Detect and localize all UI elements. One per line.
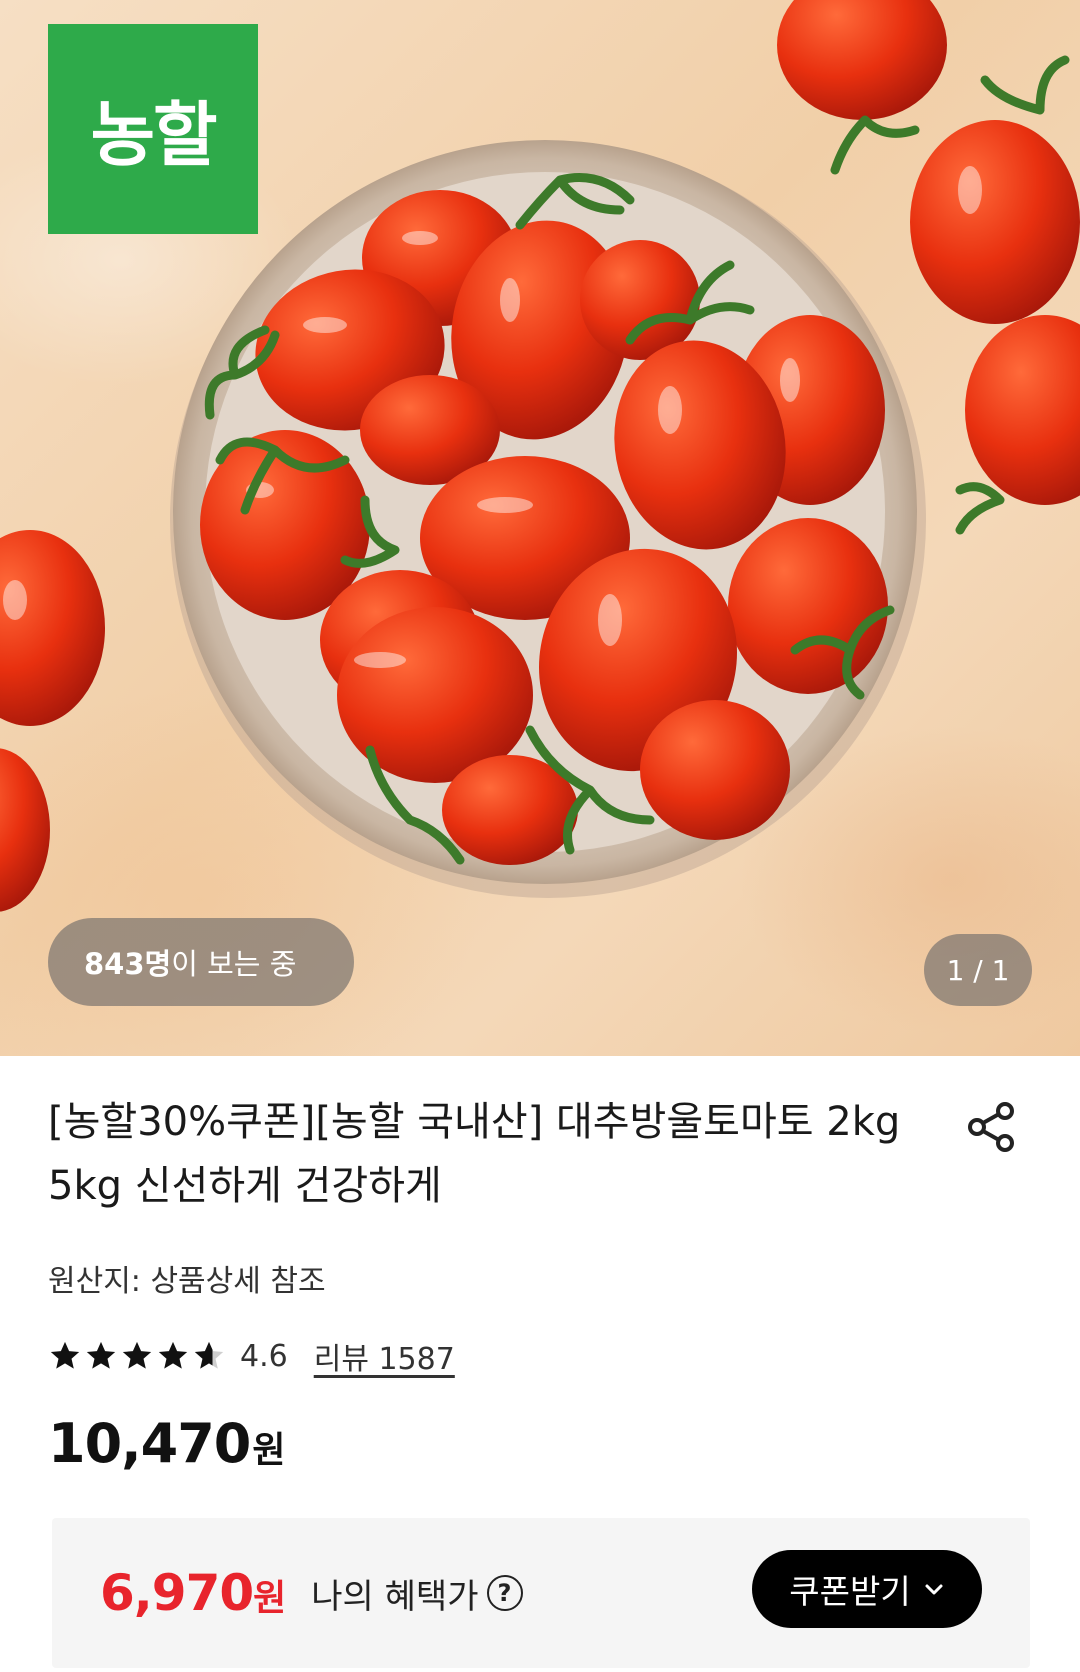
benefit-price-unit: 원 bbox=[253, 1578, 286, 1619]
benefit-price: 6,970원 bbox=[100, 1564, 286, 1622]
star-icon bbox=[50, 1341, 80, 1369]
product-title: [농할30%쿠폰][농할 국내산] 대추방울토마토 2kg 5kg 신선하게 건… bbox=[48, 1099, 901, 1209]
share-icon bbox=[968, 1102, 1014, 1152]
rating-row: 4.6 리뷰 1587 bbox=[48, 1334, 455, 1378]
viewers-badge: 843명 이 보는 중 bbox=[48, 918, 354, 1006]
benefit-label: 나의 혜택가 bbox=[311, 1576, 479, 1617]
coupon-button-label: 쿠폰받기 bbox=[789, 1572, 911, 1611]
viewers-count: 843명 bbox=[84, 947, 172, 981]
original-price: 10,470원 bbox=[48, 1412, 286, 1475]
rating-score: 4.6 bbox=[240, 1338, 288, 1374]
chevron-down-icon bbox=[925, 1584, 943, 1595]
origin-info: 원산지: 상품상세 참조 bbox=[48, 1264, 326, 1299]
coupon-button[interactable]: 쿠폰받기 bbox=[752, 1550, 982, 1628]
image-pager: 1 / 1 bbox=[924, 934, 1032, 1006]
original-price-unit: 원 bbox=[252, 1430, 285, 1471]
review-link[interactable]: 리뷰 1587 bbox=[314, 1334, 455, 1378]
viewers-suffix: 이 보는 중 bbox=[171, 947, 297, 981]
benefit-price-box: 6,970원 나의 혜택가 ? 쿠폰받기 bbox=[52, 1518, 1030, 1668]
original-price-value: 10,470 bbox=[48, 1412, 251, 1475]
star-icon bbox=[158, 1341, 188, 1369]
benefit-price-value: 6,970 bbox=[100, 1564, 254, 1622]
rating-stars bbox=[48, 1339, 226, 1373]
brand-logo-text: 농할 bbox=[90, 93, 218, 176]
star-icon bbox=[86, 1341, 116, 1369]
share-button[interactable] bbox=[962, 1098, 1020, 1156]
half-star-icon bbox=[194, 1341, 224, 1369]
help-icon[interactable]: ? bbox=[486, 1575, 523, 1611]
brand-logo: 농할 bbox=[48, 24, 258, 234]
product-image-gallery[interactable]: 농할 843명 이 보는 중 1 / 1 bbox=[0, 0, 1080, 1056]
pager-text: 1 / 1 bbox=[946, 953, 1010, 987]
star-icon bbox=[122, 1341, 152, 1369]
